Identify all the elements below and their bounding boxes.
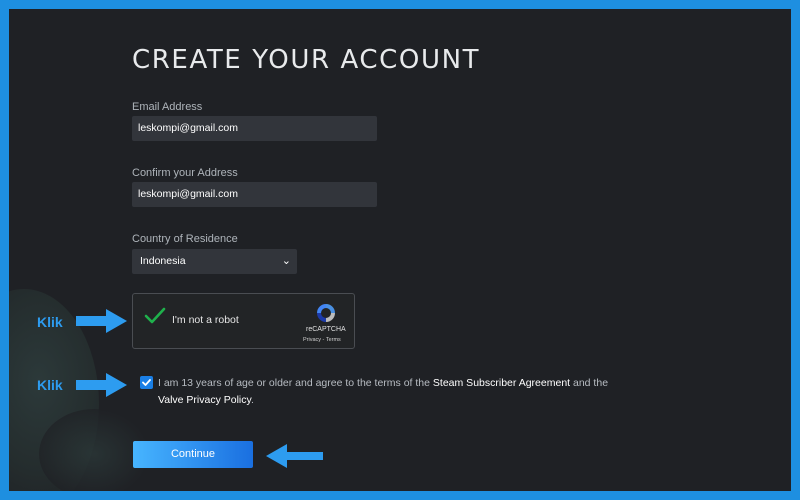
recaptcha-label: I'm not a robot xyxy=(172,314,239,326)
recaptcha-widget[interactable]: I'm not a robot reCAPTCHA Privacy - Term… xyxy=(132,293,355,349)
annotation-arrow-right-icon xyxy=(76,373,127,397)
country-select-value: Indonesia xyxy=(140,255,186,267)
checkmark-icon xyxy=(144,307,166,324)
recaptcha-privacy-terms-link[interactable]: Privacy - Terms xyxy=(303,337,341,343)
page-title: CREATE YOUR ACCOUNT xyxy=(132,45,481,75)
agreement-text-3: . xyxy=(250,394,254,406)
valve-privacy-policy-link[interactable]: Valve Privacy Policy xyxy=(158,394,251,406)
email-label: Email Address xyxy=(132,101,203,113)
checkmark-icon xyxy=(142,379,151,386)
age-agreement-checkbox[interactable] xyxy=(140,376,153,389)
steam-signup-page: CREATE YOUR ACCOUNT Email Address leskom… xyxy=(9,9,791,491)
annotation-arrow-right-icon xyxy=(76,309,127,333)
agreement-text-1: I am 13 years of age or older and agree … xyxy=(158,377,433,389)
email-field[interactable]: leskompi@gmail.com xyxy=(132,116,377,141)
annotation-klik-agree: Klik xyxy=(37,377,63,393)
steam-subscriber-agreement-link[interactable]: Steam Subscriber Agreement xyxy=(433,377,570,389)
annotation-klik-captcha: Klik xyxy=(37,314,63,330)
recaptcha-brand: reCAPTCHA xyxy=(306,326,346,333)
confirm-email-field[interactable]: leskompi@gmail.com xyxy=(132,182,377,207)
chevron-down-icon: ⌄ xyxy=(281,255,291,267)
country-label: Country of Residence xyxy=(132,233,238,245)
continue-button[interactable]: Continue xyxy=(133,441,253,468)
recaptcha-logo-icon xyxy=(314,302,338,324)
confirm-email-label: Confirm your Address xyxy=(132,167,238,179)
recaptcha-checkbox[interactable] xyxy=(143,304,167,328)
country-select[interactable]: Indonesia ⌄ xyxy=(132,249,297,274)
annotation-arrow-left-icon xyxy=(266,444,323,468)
agreement-text-2: and the xyxy=(570,377,609,389)
age-agreement-text: I am 13 years of age or older and agree … xyxy=(158,375,628,409)
